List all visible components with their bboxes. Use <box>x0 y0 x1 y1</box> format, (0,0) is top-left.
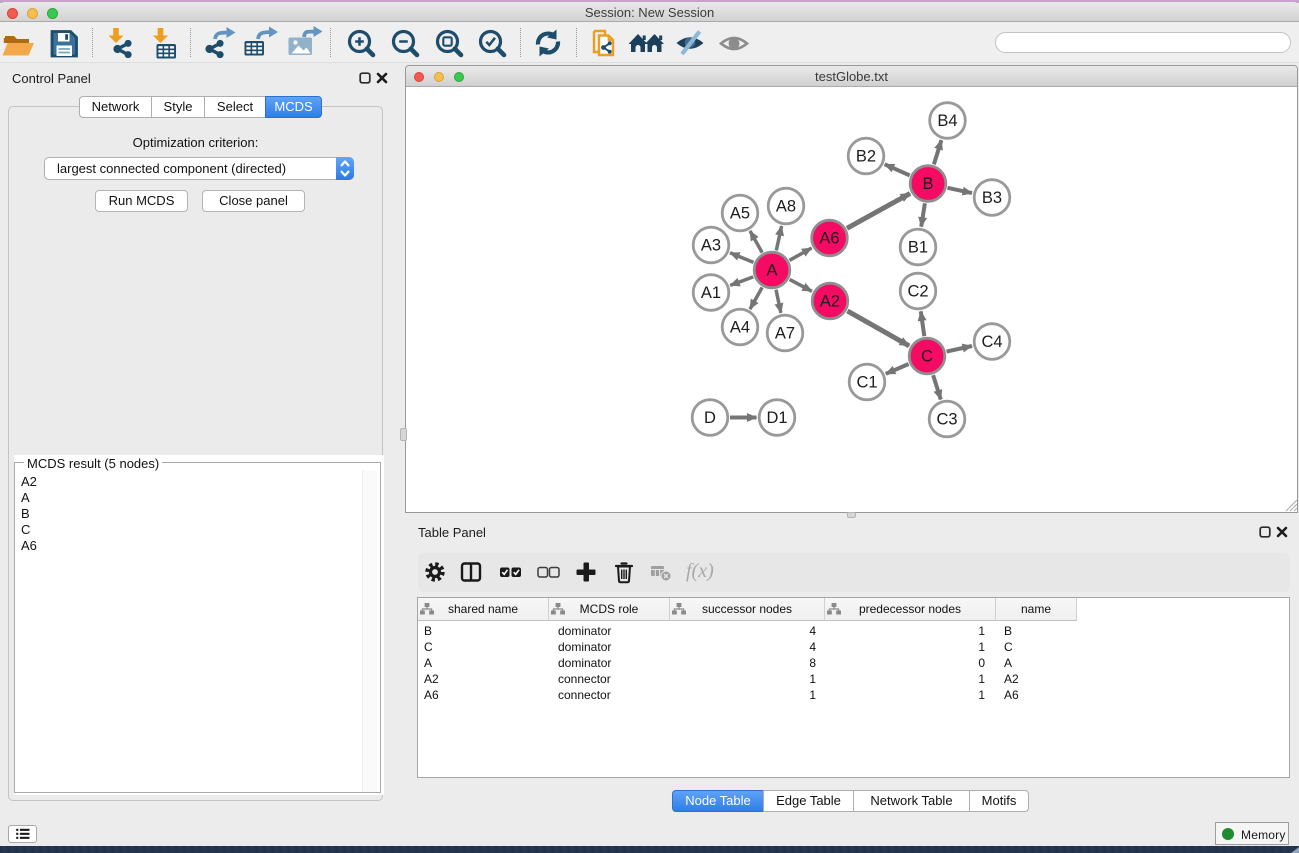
svg-text:B3: B3 <box>982 189 1002 207</box>
svg-text:A3: A3 <box>701 237 721 255</box>
svg-text:B2: B2 <box>856 148 876 166</box>
svg-text:C: C <box>921 348 933 366</box>
svg-text:A8: A8 <box>776 198 796 216</box>
svg-text:B4: B4 <box>937 112 957 130</box>
svg-text:C3: C3 <box>936 411 957 429</box>
svg-text:A4: A4 <box>730 319 750 337</box>
svg-text:A6: A6 <box>819 230 839 248</box>
svg-text:C1: C1 <box>856 374 877 392</box>
svg-text:A1: A1 <box>701 284 721 302</box>
svg-text:B: B <box>922 175 933 193</box>
svg-text:B1: B1 <box>908 239 928 257</box>
svg-text:A5: A5 <box>730 205 750 223</box>
svg-text:C2: C2 <box>907 283 928 301</box>
svg-text:D1: D1 <box>766 409 787 427</box>
svg-text:A7: A7 <box>775 325 795 343</box>
svg-text:A2: A2 <box>820 293 840 311</box>
svg-text:C4: C4 <box>981 333 1002 351</box>
svg-text:D: D <box>704 409 716 427</box>
svg-text:A: A <box>766 262 777 280</box>
